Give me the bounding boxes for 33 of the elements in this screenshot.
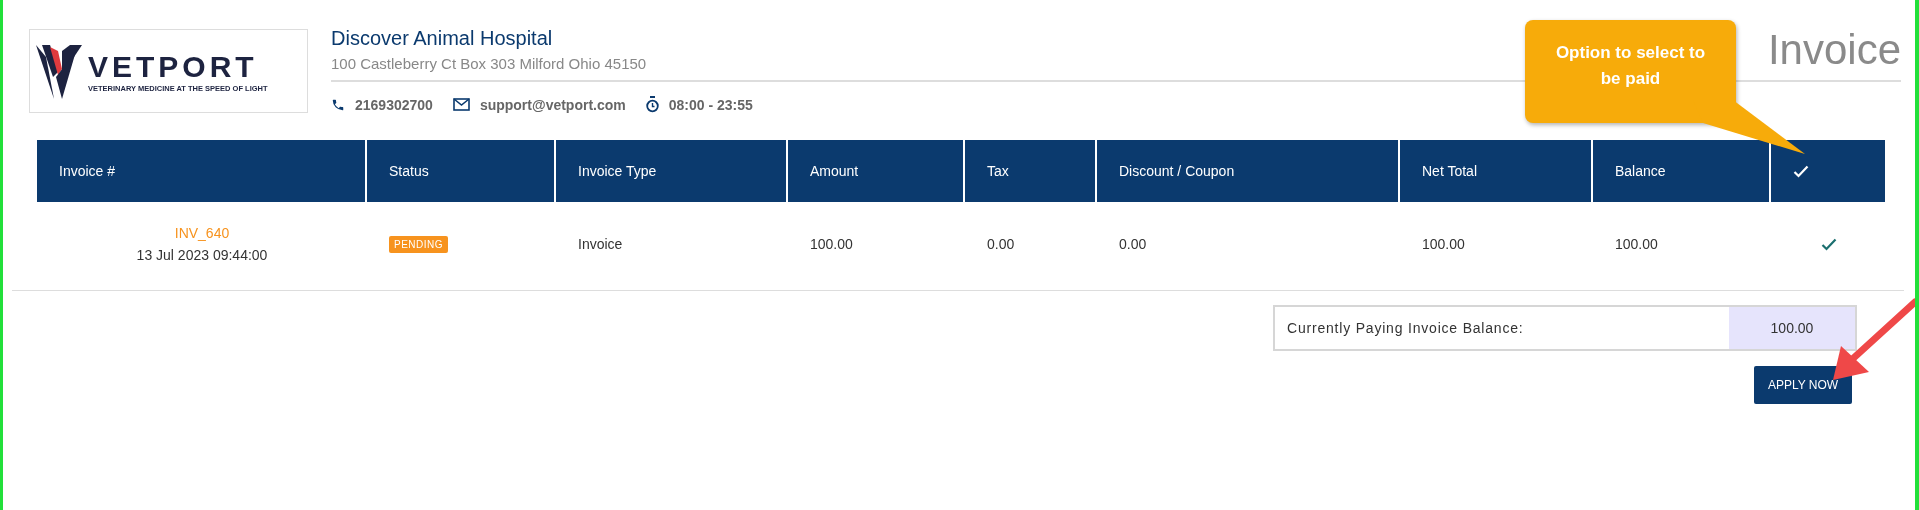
phone-number: 2169302700 — [355, 96, 433, 113]
table-cell: 100.00 — [1422, 236, 1465, 252]
table-cell: Invoice — [578, 236, 623, 252]
apply-now-button[interactable]: APPLY NOW — [1754, 366, 1852, 404]
phone-icon — [331, 97, 345, 112]
hospital-address: 100 Castleberry Ct Box 303 Milford Ohio 45150 — [331, 55, 647, 72]
column-header: Tax — [965, 140, 1097, 202]
table-cell: 0.00 — [1119, 236, 1147, 252]
invoice-date: 13 Jul 2023 09:44:00 — [136, 247, 268, 263]
column-header: Amount — [788, 140, 965, 202]
mail-icon — [452, 98, 470, 111]
column-header: Invoice Type — [556, 140, 788, 202]
table-cell: 100.00 — [810, 236, 853, 252]
logo-name: VETPORT — [88, 49, 259, 84]
checkmark-icon — [1793, 164, 1809, 178]
table-cell: 0.00 — [987, 236, 1015, 252]
status-badge: PENDING — [389, 235, 449, 253]
page-title: Invoice — [1767, 26, 1901, 74]
hospital-name: Discover Animal Hospital — [331, 26, 554, 51]
column-header: Net Total — [1400, 140, 1593, 202]
email-address: support@vetport.com — [479, 96, 626, 113]
checkmark-icon[interactable] — [1821, 237, 1837, 251]
column-header: Status — [367, 140, 556, 202]
opening-hours: 08:00 - 23:55 — [668, 96, 753, 113]
balance-label: Currently Paying Invoice Balance: — [1286, 319, 1525, 338]
column-header: Balance — [1593, 140, 1771, 202]
table-cell: 100.00 — [1615, 236, 1658, 252]
column-header: Discount / Coupon — [1097, 140, 1400, 202]
callout-annotation: Option to select to be paid — [1525, 20, 1736, 123]
column-header: Invoice # — [37, 140, 367, 202]
balance-value: 100.00 — [1729, 307, 1855, 349]
logo-icon — [36, 43, 82, 99]
stopwatch-icon — [645, 96, 659, 113]
